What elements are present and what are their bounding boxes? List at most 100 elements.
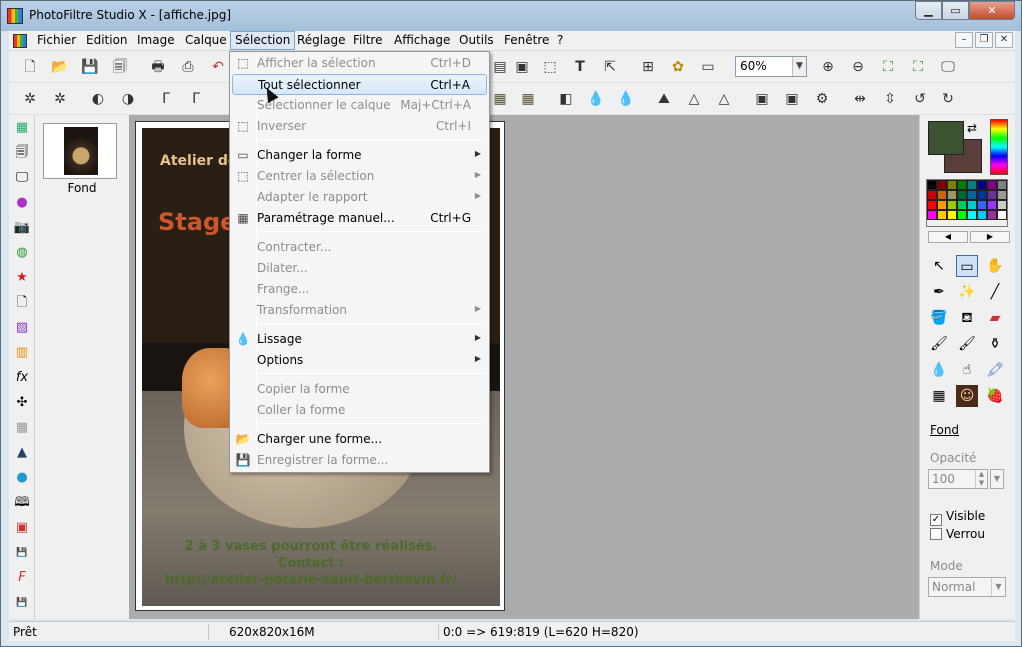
mosaic-icon[interactable]: ▦: [489, 88, 511, 110]
texture-icon[interactable]: ▦: [517, 88, 539, 110]
spray-icon[interactable]: ⛾: [956, 307, 978, 329]
print-icon[interactable]: 🖶: [147, 56, 169, 78]
advanced-brush-icon[interactable]: 🖌: [956, 333, 978, 355]
menu-item-contracter[interactable]: Contracter...: [232, 237, 487, 258]
palette-swatch[interactable]: [987, 210, 997, 220]
palette-swatch[interactable]: [947, 180, 957, 190]
clone-brush-icon[interactable]: 🖍: [984, 359, 1006, 381]
fullscreen-icon[interactable]: 🖵: [937, 56, 959, 78]
note-icon[interactable]: 🗋: [13, 294, 31, 312]
fill-bucket-icon[interactable]: 🪣: [928, 307, 950, 329]
palette-swatch[interactable]: [997, 210, 1007, 220]
menu-filtre[interactable]: Filtre: [349, 31, 386, 50]
doc-close-button[interactable]: ✕: [995, 32, 1013, 48]
menu-item-adapter-le-rapport[interactable]: Adapter le rapport ▶: [232, 187, 487, 208]
palette-prev-button[interactable]: ◀: [928, 231, 968, 243]
palette-swatch[interactable]: [967, 210, 977, 220]
pattern-icon[interactable]: ✣: [13, 394, 31, 412]
palette-swatch[interactable]: [937, 200, 947, 210]
maximize-button[interactable]: ▭: [942, 1, 969, 20]
new-file-icon[interactable]: 🗋: [19, 56, 41, 78]
menu-outils[interactable]: Outils: [455, 31, 498, 50]
palette-swatch[interactable]: [957, 180, 967, 190]
palette-swatch[interactable]: [957, 190, 967, 200]
menu-item-dilater[interactable]: Dilater...: [232, 258, 487, 279]
auto-levels-icon[interactable]: ✲: [19, 88, 41, 110]
menu-item-charger-une-forme[interactable]: 📂 Charger une forme...: [232, 429, 487, 450]
triangle-icon[interactable]: △: [683, 88, 705, 110]
palette-swatch[interactable]: [947, 210, 957, 220]
blur-icon[interactable]: 💧: [585, 88, 607, 110]
plugin-icon[interactable]: ✿: [667, 56, 689, 78]
calculator-icon[interactable]: ▦: [13, 119, 31, 137]
brightness-minus-icon[interactable]: ◐: [87, 88, 109, 110]
emboss-icon[interactable]: ⛰: [653, 88, 675, 110]
document-icon[interactable]: [13, 34, 27, 48]
menu-item-inverser[interactable]: ⬚ Inverser Ctrl+I: [232, 116, 487, 137]
palette-swatch[interactable]: [937, 180, 947, 190]
auto-contrast-icon[interactable]: ✲: [49, 88, 71, 110]
menu-help[interactable]: ?: [553, 31, 567, 50]
palette-swatch[interactable]: [977, 190, 987, 200]
save-2000-icon[interactable]: 💾: [13, 544, 31, 562]
hand-tool-icon[interactable]: ✋: [984, 255, 1006, 277]
function-icon[interactable]: fx: [13, 369, 31, 387]
palette-swatch[interactable]: [947, 200, 957, 210]
brush-icon[interactable]: 🖌: [928, 333, 950, 355]
save-icon[interactable]: 💾: [79, 56, 101, 78]
star-icon[interactable]: ★: [13, 269, 31, 287]
palette-swatch[interactable]: [997, 200, 1007, 210]
palette-swatch[interactable]: [987, 200, 997, 210]
palette-swatch[interactable]: [927, 190, 937, 200]
save-html-icon[interactable]: 💾: [13, 594, 31, 612]
gamma-plus-icon[interactable]: Γ: [185, 88, 207, 110]
opacity-input[interactable]: 100 ▲ ▼: [928, 469, 988, 489]
eyedropper-icon[interactable]: ✒: [928, 281, 950, 303]
menu-item-changer-la-forme[interactable]: ▭ Changer la forme ▶: [232, 145, 487, 166]
font-icon[interactable]: F: [13, 569, 31, 587]
undo-icon[interactable]: ↶: [207, 56, 229, 78]
monitor-icon[interactable]: 🖵: [13, 169, 31, 187]
menu-item-options[interactable]: Options ▶: [232, 350, 487, 371]
palette-swatch[interactable]: [937, 190, 947, 200]
color-spectrum[interactable]: [990, 119, 1008, 175]
brightness-plus-icon[interactable]: ◑: [117, 88, 139, 110]
open-folder-icon[interactable]: 📂: [49, 56, 71, 78]
sphere-icon[interactable]: ●: [13, 194, 31, 212]
documents-icon[interactable]: 🗐: [13, 144, 31, 162]
palette-swatch[interactable]: [997, 180, 1007, 190]
opacity-dropdown[interactable]: ▼: [990, 469, 1004, 489]
histogram-icon[interactable]: ▲: [13, 444, 31, 462]
visible-checkbox[interactable]: ✓ Visible: [930, 509, 985, 526]
line-tool-icon[interactable]: ╱: [984, 281, 1006, 303]
picture-icon[interactable]: ▣: [13, 519, 31, 537]
zoom-in-icon[interactable]: ⊕: [817, 56, 839, 78]
menu-fenetre[interactable]: Fenêtre: [500, 31, 553, 50]
spinner-arrows-icon[interactable]: ▲ ▼: [975, 470, 987, 488]
color-fill-icon[interactable]: ▣: [751, 88, 773, 110]
book-icon[interactable]: 🕮: [13, 494, 31, 512]
palette-swatch[interactable]: [927, 210, 937, 220]
grid-icon[interactable]: ▦: [13, 419, 31, 437]
palette-swatch[interactable]: [967, 180, 977, 190]
image-file-icon[interactable]: ▣: [511, 56, 533, 78]
menu-calque[interactable]: Calque: [181, 31, 231, 50]
flip-horizontal-icon[interactable]: ⇹: [849, 88, 871, 110]
lock-checkbox[interactable]: Verrou: [930, 527, 985, 541]
triangle-alt-icon[interactable]: △: [713, 88, 735, 110]
sharpen-icon[interactable]: 💧: [615, 88, 637, 110]
window-icon[interactable]: ▭: [697, 56, 719, 78]
palette-swatch[interactable]: [977, 180, 987, 190]
menu-item-copier-la-forme[interactable]: Copier la forme: [232, 379, 487, 400]
menu-item-coller-la-forme[interactable]: Coller la forme: [232, 400, 487, 421]
transform-icon[interactable]: ⇱: [599, 56, 621, 78]
palette-swatch[interactable]: [967, 190, 977, 200]
palette-swatch[interactable]: [957, 210, 967, 220]
blur-drop-icon[interactable]: 💧: [928, 359, 950, 381]
active-layer-name[interactable]: Fond: [930, 423, 959, 437]
grayscale-icon[interactable]: ◧: [555, 88, 577, 110]
palette-swatch[interactable]: [977, 210, 987, 220]
circle-icon[interactable]: ●: [13, 469, 31, 487]
palette-swatch[interactable]: [957, 200, 967, 210]
strawberry-icon[interactable]: 🍓: [984, 385, 1006, 407]
